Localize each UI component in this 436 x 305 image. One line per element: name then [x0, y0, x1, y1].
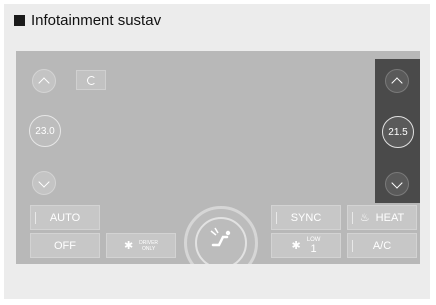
auto-label: AUTO — [49, 211, 81, 224]
sync-label: SYNC — [290, 211, 322, 224]
right-temp-down-button[interactable] — [385, 172, 409, 196]
right-temp-value: 21.5 — [388, 126, 408, 138]
off-button[interactable]: OFF — [30, 233, 100, 258]
fan-icon: ✱ — [123, 240, 134, 252]
left-temp-up-button[interactable] — [32, 69, 56, 93]
heat-button[interactable]: ♨ HEAT — [347, 205, 417, 230]
chevron-up-icon — [38, 76, 50, 89]
fan-icon: ✱ — [291, 240, 301, 252]
ac-button[interactable]: A/C — [347, 233, 417, 258]
recirculation-icon — [86, 75, 96, 85]
fan-speed-button[interactable]: ✱ LOW 1 — [271, 233, 341, 258]
heading-title: Infotainment sustav — [31, 11, 162, 29]
fan-speed-value: 1 — [310, 243, 317, 255]
right-temp-panel: 21.5 — [375, 59, 420, 203]
auto-button[interactable]: AUTO — [30, 205, 100, 230]
left-temp-value: 23.0 — [35, 125, 55, 137]
heat-label: HEAT — [375, 211, 405, 224]
ac-label: A/C — [372, 239, 392, 252]
chevron-up-icon — [391, 76, 403, 89]
recirculation-button[interactable] — [76, 70, 106, 90]
off-label: OFF — [54, 239, 76, 252]
sync-button[interactable]: SYNC — [271, 205, 341, 230]
left-temp-display: 23.0 — [29, 115, 61, 147]
seat-airflow-icon — [210, 227, 231, 247]
right-temp-display: 21.5 — [382, 116, 414, 148]
section-heading: Infotainment sustav — [14, 9, 161, 31]
heat-icon: ♨ — [359, 212, 370, 224]
airflow-mode-dial[interactable] — [184, 206, 258, 264]
chevron-down-icon — [38, 175, 50, 188]
left-temp-down-button[interactable] — [32, 171, 56, 195]
driver-only-button[interactable]: ✱ DRIVER ONLY — [106, 233, 176, 258]
driver-only-line2: ONLY — [141, 245, 156, 252]
chevron-down-icon — [391, 176, 403, 189]
heading-square-icon — [14, 14, 25, 26]
climate-screen: 23.0 21.5 AUTO SYNC ♨ HEAT OFF ✱ DRIVER … — [16, 51, 420, 264]
right-temp-up-button[interactable] — [385, 69, 409, 93]
